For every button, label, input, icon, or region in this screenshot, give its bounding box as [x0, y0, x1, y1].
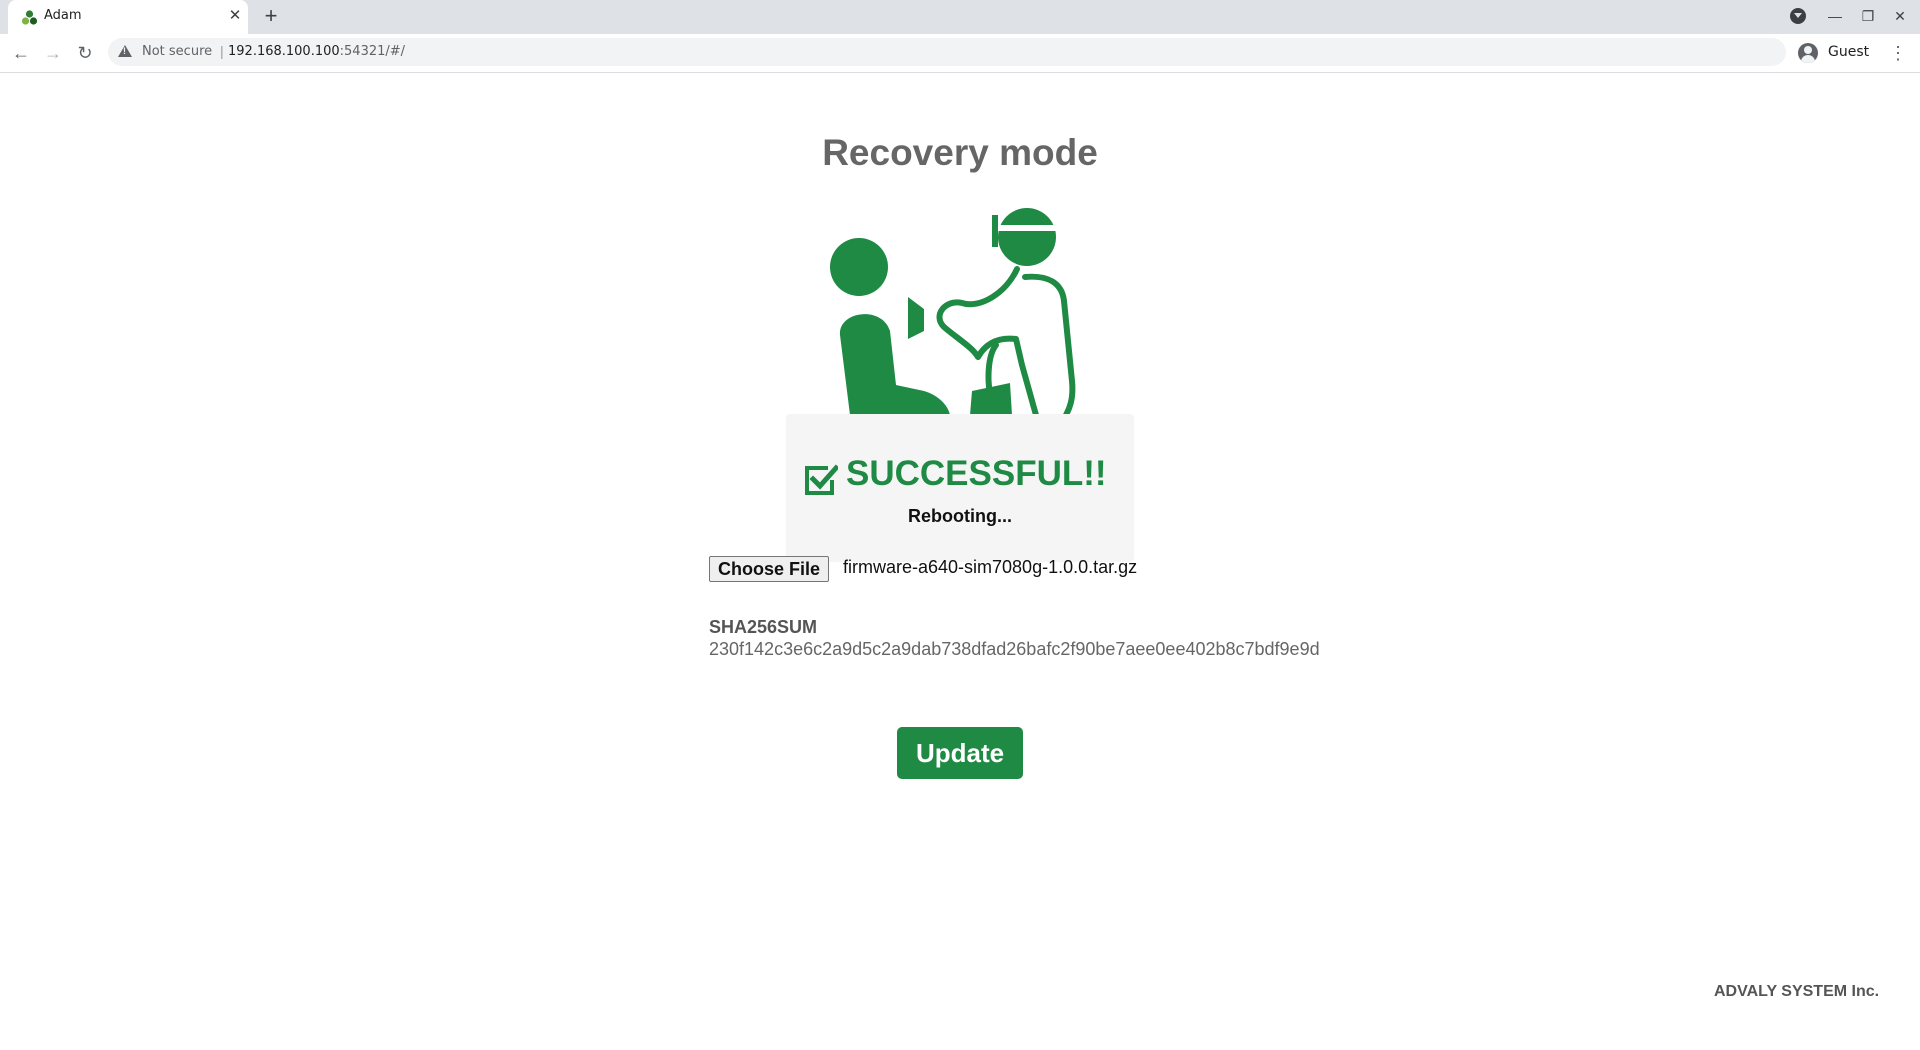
more-vert-icon[interactable]: ⋮	[1888, 42, 1908, 64]
new-tab-button[interactable]: +	[260, 5, 282, 27]
success-headline: SUCCESSFUL!!	[846, 454, 1107, 493]
tab-title: Adam	[44, 8, 82, 23]
browser-toolbar: ← → ↻ Not secure | 192.168.100.100:54321…	[0, 34, 1920, 73]
reload-icon[interactable]: ↻	[74, 42, 96, 64]
profile-label: Guest	[1828, 44, 1870, 60]
company-footer: ADVALY SYSTEM Inc.	[1714, 983, 1880, 1000]
checksum-label: SHA256SUM	[709, 617, 818, 637]
warning-icon	[118, 45, 132, 57]
restore-icon[interactable]: ❐	[1858, 6, 1878, 26]
forward-arrow-icon[interactable]: →	[42, 42, 64, 64]
security-label[interactable]: Not secure	[142, 44, 212, 59]
selected-file-name: firmware-a640-sim7080g-1.0.0.tar.gz	[843, 557, 1138, 577]
browser-tab-strip: Adam ✕ + — ❐ ✕	[0, 0, 1920, 34]
checkbox-checked-icon	[805, 464, 838, 495]
browser-tab[interactable]: Adam ✕	[8, 0, 248, 34]
profile-button[interactable]: Guest	[1794, 38, 1880, 66]
url-path: :54321/#/	[339, 44, 406, 59]
recovery-illustration	[830, 208, 1076, 415]
adam-favicon-icon	[21, 10, 38, 25]
account-circle-icon	[1798, 43, 1818, 63]
back-arrow-icon[interactable]: ←	[10, 42, 32, 64]
tab-search-icon[interactable]	[1790, 8, 1806, 24]
choose-file-button[interactable]: Choose File	[709, 556, 829, 582]
update-button[interactable]: Update	[897, 727, 1023, 779]
minimize-icon[interactable]: —	[1825, 6, 1845, 26]
address-bar[interactable]: Not secure | 192.168.100.100:54321/#/	[108, 38, 1786, 66]
close-window-icon[interactable]: ✕	[1890, 6, 1910, 26]
status-dialog: SUCCESSFUL!! Rebooting...	[786, 414, 1134, 562]
tab-close-icon[interactable]: ✕	[226, 7, 244, 25]
rebooting-message: Rebooting...	[908, 506, 1012, 526]
checksum-value: 230f142c3e6c2a9d5c2a9dab738dfad26bafc2f9…	[709, 639, 1320, 659]
url-host: 192.168.100.100	[228, 44, 340, 59]
url-separator: |	[220, 43, 224, 59]
page-title: Recovery mode	[822, 132, 1098, 173]
url-text[interactable]: 192.168.100.100:54321/#/	[228, 44, 405, 59]
